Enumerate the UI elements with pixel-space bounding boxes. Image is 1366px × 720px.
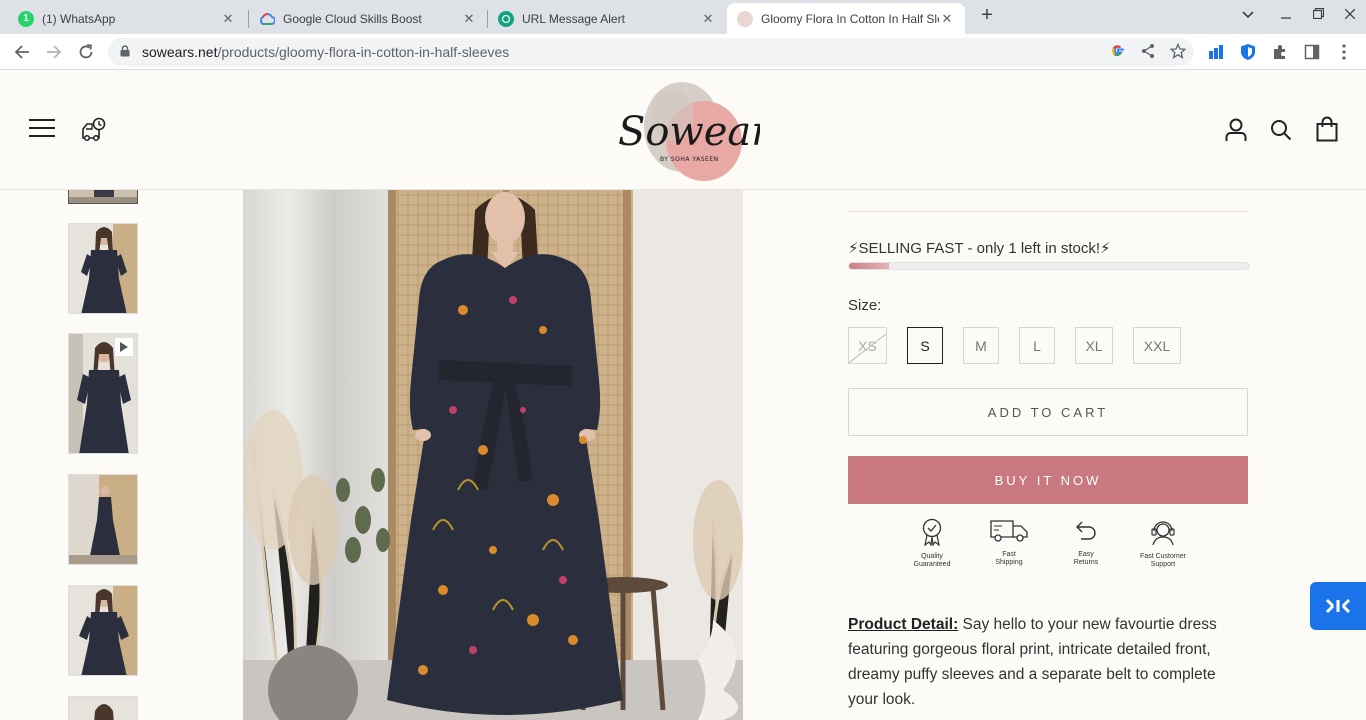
badge-line1: Fast xyxy=(1002,551,1016,558)
bookmark-star-icon[interactable] xyxy=(1169,42,1187,62)
whatsapp-icon: 1 xyxy=(18,10,34,27)
shield-icon[interactable] xyxy=(1239,43,1257,61)
divider xyxy=(848,211,1248,212)
account-icon[interactable] xyxy=(1224,117,1248,143)
share-icon[interactable] xyxy=(1140,43,1156,62)
url-path: /products/gloomy-flora-in-cotton-in-half… xyxy=(217,44,510,60)
truck-icon xyxy=(989,518,1029,549)
product-detail-label: Product Detail: xyxy=(848,616,959,633)
tab-gloomy-flora[interactable]: Gloomy Flora In Cotton In Half Sleeves ✕ xyxy=(727,3,965,34)
stock-progress-fill xyxy=(849,263,889,269)
badge-line1: Quality xyxy=(921,553,943,560)
size-option-s[interactable]: S xyxy=(907,327,943,364)
badge-line2: Shipping xyxy=(995,559,1023,566)
thumbnail-image[interactable] xyxy=(68,190,138,204)
badge-fast-customer-support: Fast Customer Support xyxy=(1128,518,1198,569)
google-lens-icon[interactable] xyxy=(1110,43,1126,62)
more-menu-icon[interactable] xyxy=(1335,43,1353,61)
tab-search-chevron-icon[interactable] xyxy=(1238,6,1258,22)
badge-line2: Support xyxy=(1150,561,1176,568)
widget-grid-icon xyxy=(1325,594,1351,619)
close-tab-icon[interactable]: ✕ xyxy=(939,11,955,27)
reload-icon[interactable] xyxy=(74,40,98,64)
browser-toolbar: sowears.net/products/gloomy-flora-in-cot… xyxy=(0,34,1366,70)
badge-line1: Fast Customer xyxy=(1140,553,1186,560)
minimize-icon[interactable] xyxy=(1276,6,1296,22)
site-header: Sowears BY SOHA YASEEN xyxy=(0,71,1366,190)
thumbnail-strip xyxy=(68,190,138,720)
product-detail: Product Detail: Say hello to your new fa… xyxy=(848,612,1250,712)
tab-google-cloud[interactable]: Google Cloud Skills Boost ✕ xyxy=(249,3,487,34)
thumbnail-image[interactable] xyxy=(68,474,138,565)
badge-quality-guaranteed: Quality Guaranteed xyxy=(897,518,967,569)
thumbnail-image[interactable] xyxy=(68,696,138,720)
close-tab-icon[interactable]: ✕ xyxy=(220,11,236,27)
url-host: sowears.net xyxy=(142,44,218,60)
thumbnail-video[interactable] xyxy=(68,333,138,454)
tab-url-message-alert[interactable]: URL Message Alert ✕ xyxy=(488,3,726,34)
stock-alert-text: ⚡SELLING FAST - only 1 left in stock!⚡ xyxy=(848,240,1111,257)
buy-it-now-button[interactable]: BUY IT NOW xyxy=(848,456,1248,504)
size-option-m[interactable]: M xyxy=(963,327,999,364)
sowears-logo[interactable]: Sowears BY SOHA YASEEN xyxy=(612,75,791,185)
forward-arrow-icon[interactable] xyxy=(42,40,66,64)
badge-easy-returns: Easy Returns xyxy=(1051,518,1121,567)
size-label: Size: xyxy=(848,297,882,314)
back-arrow-icon[interactable] xyxy=(10,40,34,64)
lock-icon[interactable] xyxy=(120,44,130,60)
badge-fast-shipping: Fast Shipping xyxy=(974,518,1044,567)
tab-whatsapp[interactable]: 1 (1) WhatsApp ✕ xyxy=(8,3,246,34)
restore-icon[interactable] xyxy=(1308,6,1328,22)
hamburger-menu-icon[interactable] xyxy=(29,117,55,139)
add-to-cart-button[interactable]: ADD TO CART xyxy=(848,388,1248,436)
size-option-xxl[interactable]: XXL xyxy=(1133,327,1181,364)
side-panel-icon[interactable] xyxy=(1303,43,1321,61)
svg-text:Sowears: Sowears xyxy=(618,109,760,155)
close-tab-icon[interactable]: ✕ xyxy=(461,11,477,27)
order-tracking-truck-icon[interactable] xyxy=(80,115,108,143)
badge-line1: Easy xyxy=(1078,551,1094,558)
tab-title: Gloomy Flora In Cotton In Half Sleeves xyxy=(761,11,939,26)
svg-text:BY SOHA YASEEN: BY SOHA YASEEN xyxy=(660,156,719,163)
badge-line2: Guaranteed xyxy=(913,561,951,568)
thumbnail-image[interactable] xyxy=(68,585,138,676)
browser-tab-bar: 1 (1) WhatsApp ✕ Google Cloud Skills Boo… xyxy=(0,0,1366,34)
cart-bag-icon[interactable] xyxy=(1314,115,1340,143)
stock-progress-bar xyxy=(848,262,1250,270)
size-option-xs[interactable]: XS xyxy=(848,327,887,364)
google-cloud-icon xyxy=(259,11,275,27)
thumbnail-image[interactable] xyxy=(68,223,138,314)
search-icon[interactable] xyxy=(1269,118,1293,142)
badge-line2: Returns xyxy=(1073,559,1099,566)
close-tab-icon[interactable]: ✕ xyxy=(700,11,716,27)
tab-title: URL Message Alert xyxy=(522,11,625,26)
chatgpt-icon xyxy=(498,10,514,27)
close-window-icon[interactable] xyxy=(1340,6,1360,22)
new-tab-button[interactable]: + xyxy=(976,5,998,27)
play-icon xyxy=(115,338,133,356)
ribbon-icon xyxy=(920,518,944,551)
sowears-favicon-icon xyxy=(737,10,753,27)
main-product-photo[interactable] xyxy=(243,190,743,720)
size-option-xl[interactable]: XL xyxy=(1075,327,1113,364)
tab-title: (1) WhatsApp xyxy=(42,11,116,26)
extensions-puzzle-icon[interactable] xyxy=(1271,43,1289,61)
headset-icon xyxy=(1149,518,1177,551)
address-bar[interactable]: sowears.net/products/gloomy-flora-in-cot… xyxy=(108,38,1194,66)
return-arrow-icon xyxy=(1074,518,1098,549)
floating-widget-button[interactable] xyxy=(1310,582,1366,630)
extension-grid-icon[interactable] xyxy=(1207,43,1225,61)
tab-title: Google Cloud Skills Boost xyxy=(283,11,422,26)
size-option-l[interactable]: L xyxy=(1019,327,1055,364)
